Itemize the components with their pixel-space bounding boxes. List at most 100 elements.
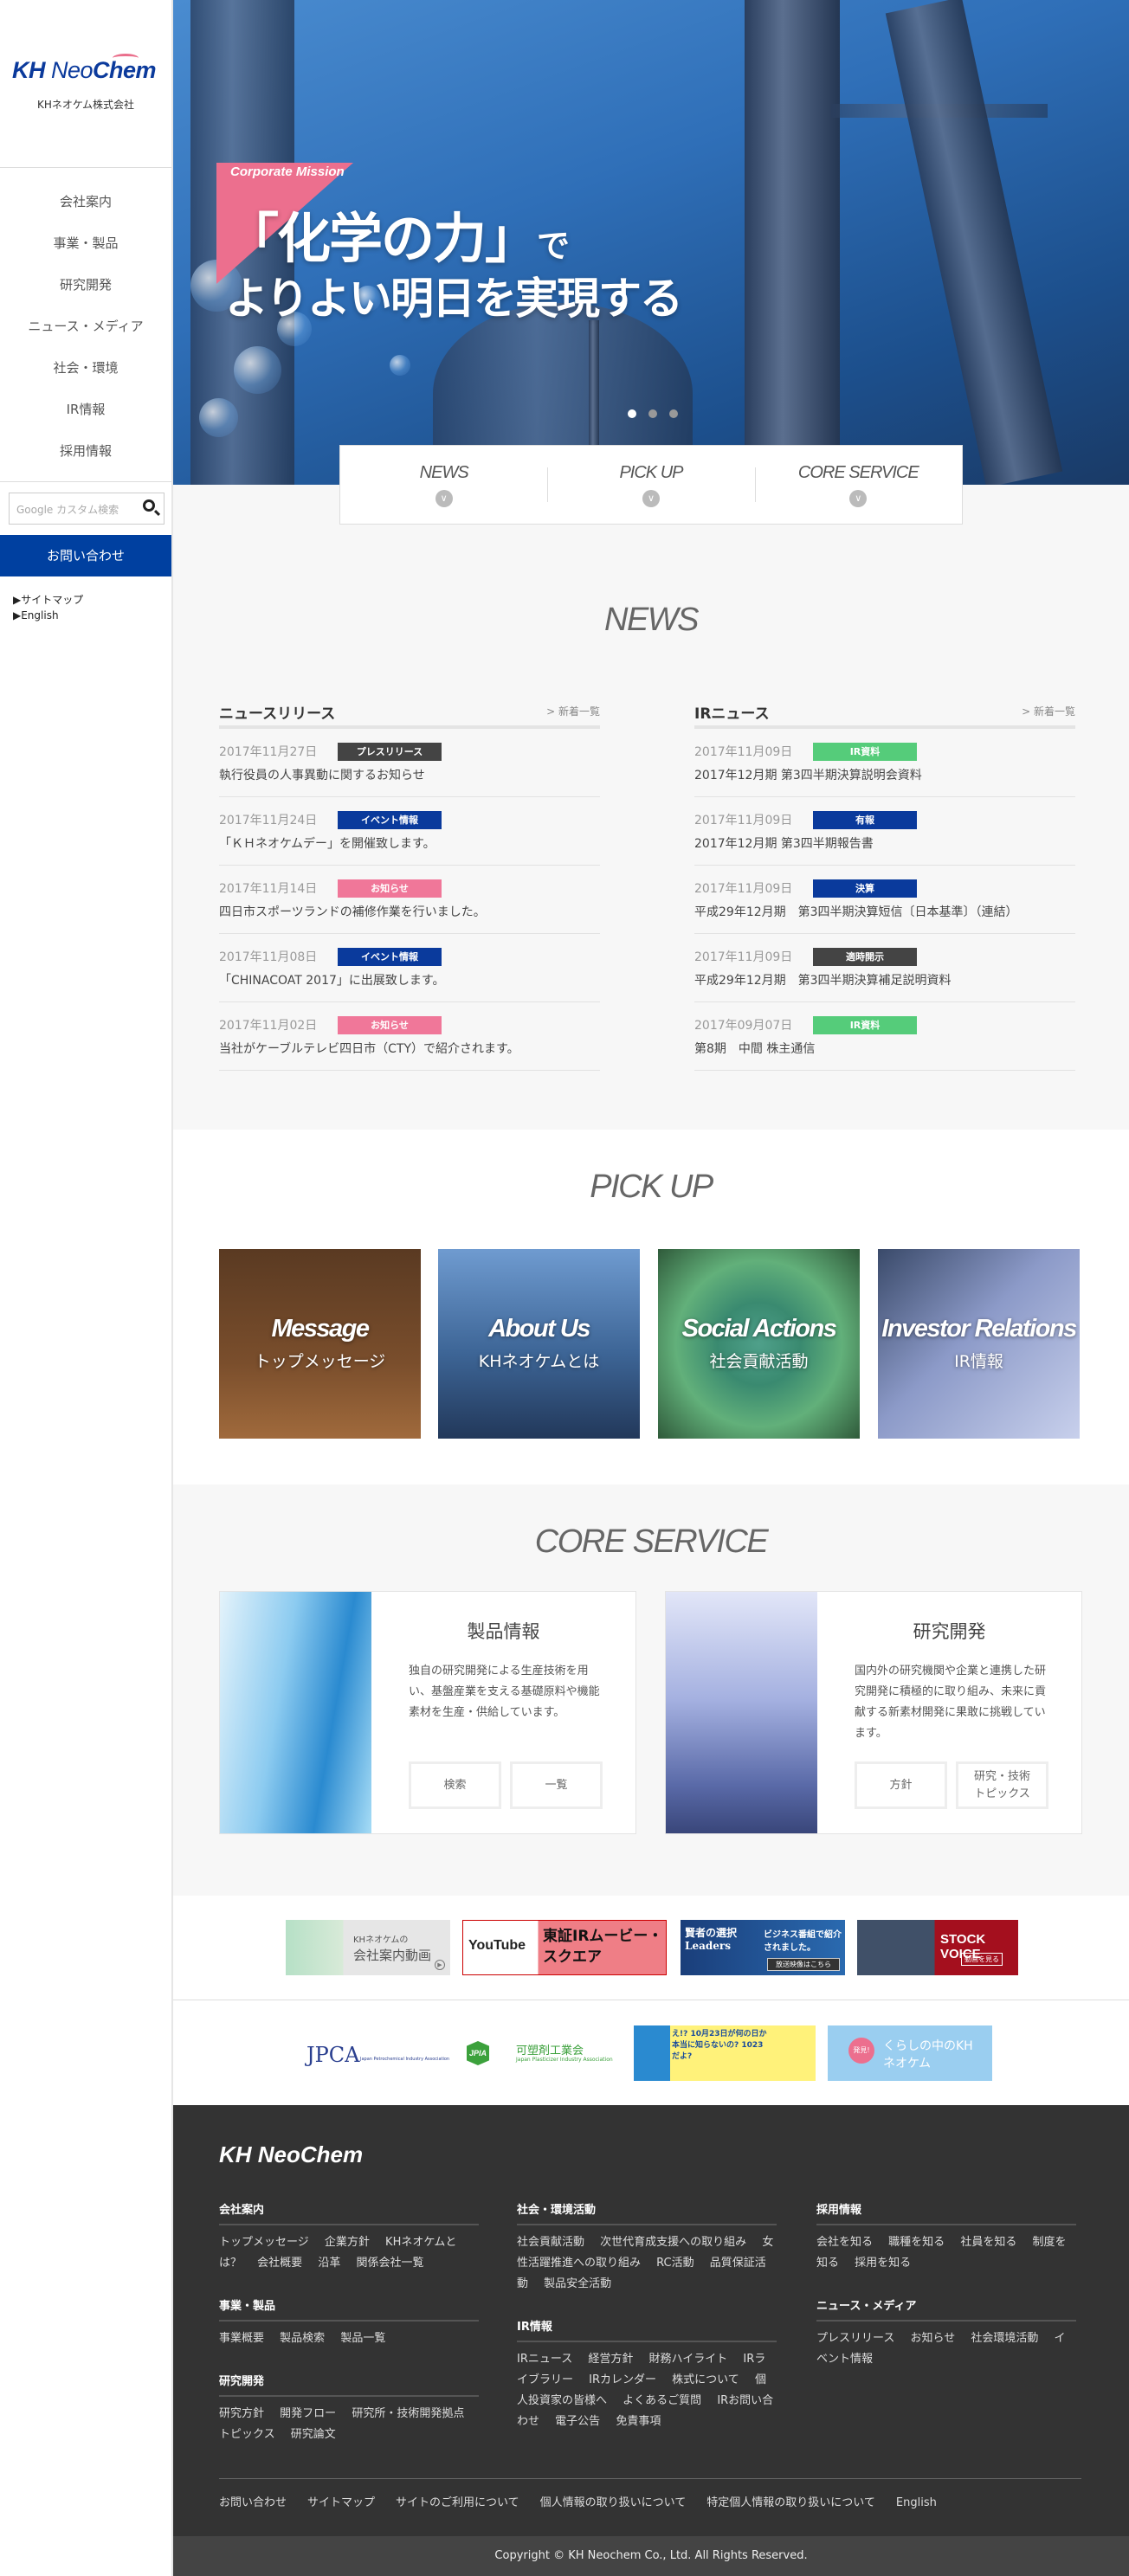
- 1023-day-banner[interactable]: え!? 10月23日が何の日か本当に知らないの? 1023だよ?: [634, 2025, 816, 2081]
- chevron-down-icon: ∨: [642, 490, 660, 507]
- footer-link[interactable]: RC活動: [656, 2257, 694, 2270]
- sitemap-link[interactable]: ▶サイトマップ: [13, 592, 83, 607]
- pickup-card-message[interactable]: Message トップメッセージ: [219, 1249, 421, 1439]
- news-date: 2017年09月07日: [694, 1019, 793, 1033]
- footer-bottom-link[interactable]: お問い合わせ: [219, 2496, 287, 2509]
- news-item[interactable]: 2017年11月02日 お知らせ 当社がケーブルテレビ四日市（CTY）で紹介されます…: [219, 1002, 600, 1071]
- news-title[interactable]: 「ＫＨネオケムデー」を開催致します。: [219, 834, 600, 852]
- news-column-heading: IRニュース > 新着一覧: [694, 701, 1075, 729]
- search-icon[interactable]: [143, 499, 155, 512]
- footer-link[interactable]: トピックス: [219, 2428, 275, 2441]
- footer-bottom-link[interactable]: 個人情報の取り扱いについて: [540, 2496, 687, 2509]
- footer-logo[interactable]: KH NeoChem: [219, 2141, 363, 2168]
- news-item[interactable]: 2017年11月09日 決算 平成29年12月期 第3四半期決算短信〔日本基準〕（連…: [694, 866, 1075, 934]
- stock-voice-banner[interactable]: STOCK VOICE 動画を見る: [857, 1920, 1018, 1975]
- news-title[interactable]: 平成29年12月期 第3四半期決算補足説明資料: [694, 971, 1075, 989]
- news-title[interactable]: 2017年12月期 第3四半期決算説明会資料: [694, 766, 1075, 783]
- footer-link[interactable]: 沿革: [318, 2257, 340, 2270]
- footer-link[interactable]: 株式について: [672, 2373, 739, 2386]
- footer-link[interactable]: 研究論文: [291, 2428, 336, 2441]
- footer-link[interactable]: よくあるご質問: [623, 2394, 701, 2407]
- footer-link[interactable]: 企業方針: [325, 2236, 370, 2249]
- footer-link[interactable]: 経営方針: [588, 2353, 633, 2366]
- news-item[interactable]: 2017年11月14日 お知らせ 四日市スポーツランドの補修作業を行いました。: [219, 866, 600, 934]
- products-list-button[interactable]: 一覧: [510, 1761, 603, 1809]
- contact-button[interactable]: お問い合わせ: [0, 535, 171, 576]
- pickup-card-about[interactable]: About Us KHネオケムとは: [438, 1249, 640, 1439]
- news-item[interactable]: 2017年11月27日 プレスリリース 執行役員の人事異動に関するお知らせ: [219, 729, 600, 797]
- footer-link[interactable]: 社員を知る: [960, 2236, 1016, 2249]
- footer-link[interactable]: 財務ハイライト: [649, 2353, 728, 2366]
- footer-link[interactable]: プレスリリース: [816, 2332, 894, 2345]
- products-search-button[interactable]: 検索: [409, 1761, 501, 1809]
- footer-bottom-link[interactable]: 特定個人情報の取り扱いについて: [706, 2496, 875, 2509]
- footer-link[interactable]: 研究方針: [219, 2407, 264, 2420]
- footer-link[interactable]: 製品検索: [280, 2332, 325, 2345]
- nav-research[interactable]: 研究開発: [0, 275, 171, 293]
- search-input[interactable]: Google カスタム検索: [9, 493, 165, 525]
- news-item[interactable]: 2017年09月07日 IR資料第8期 中間 株主通信: [694, 1002, 1075, 1071]
- news-item[interactable]: 2017年11月24日 イベント情報 「ＫＨネオケムデー」を開催致します。: [219, 797, 600, 866]
- news-title[interactable]: 2017年12月期 第3四半期報告書: [694, 834, 1075, 852]
- footer-link[interactable]: 免責事項: [616, 2415, 661, 2428]
- leaders-tv-banner[interactable]: 賢者の選択 Leaders ビジネス番組で紹介されました。 放送映像はこちら: [681, 1920, 845, 1975]
- footer-group: 会社案内 トップメッセージ 企業方針 KHネオケムとは？ 会社概要 沿革 関係会社…: [219, 2200, 479, 2274]
- nav-recruit[interactable]: 採用情報: [0, 441, 171, 460]
- tab-pickup[interactable]: PICK UP ∨: [547, 446, 754, 524]
- pickup-card-social[interactable]: Social Actions 社会貢献活動: [658, 1249, 860, 1439]
- footer-link[interactable]: 電子公告: [555, 2415, 600, 2428]
- research-topics-button[interactable]: 研究・技術トピックス: [956, 1761, 1048, 1809]
- footer-bottom-link[interactable]: サイトのご利用について: [396, 2496, 519, 2509]
- news-item[interactable]: 2017年11月09日 IR資料 2017年12月期 第3四半期決算説明会資料: [694, 729, 1075, 797]
- footer-link[interactable]: 研究所・技術開発拠点: [352, 2407, 464, 2420]
- company-video-banner[interactable]: KHネオケムの 会社案内動画 ▶: [286, 1920, 450, 1975]
- nav-business[interactable]: 事業・製品: [0, 234, 171, 252]
- news-title[interactable]: 四日市スポーツランドの補修作業を行いました。: [219, 903, 600, 920]
- nav-society[interactable]: 社会・環境: [0, 358, 171, 377]
- slide-dot-1[interactable]: [628, 409, 636, 418]
- footer-link[interactable]: 社会貢献活動: [517, 2236, 584, 2249]
- news-title[interactable]: 第8期 中間 株主通信: [694, 1040, 1075, 1057]
- footer-link[interactable]: お知らせ: [911, 2332, 956, 2345]
- tab-core-service[interactable]: CORE SERVICE ∨: [754, 446, 962, 524]
- footer-link[interactable]: トップメッセージ: [219, 2236, 309, 2249]
- footer-link[interactable]: IRカレンダー: [589, 2373, 656, 2386]
- footer-link[interactable]: 開発フロー: [280, 2407, 336, 2420]
- more-link[interactable]: > 新着一覧: [546, 704, 600, 718]
- news-title[interactable]: 「CHINACOAT 2017」に出展致します。: [219, 971, 600, 989]
- footer-bottom-link[interactable]: English: [896, 2496, 937, 2509]
- slide-dot-3[interactable]: [669, 409, 678, 418]
- footer-link[interactable]: 関係会社一覧: [356, 2257, 423, 2270]
- footer-link[interactable]: 事業概要: [219, 2332, 264, 2345]
- jpia-banner[interactable]: JPIA: [394, 2025, 494, 2081]
- footer-link[interactable]: 社会環境活動: [971, 2332, 1038, 2345]
- nav-ir[interactable]: IR情報: [0, 400, 171, 418]
- footer-bottom-link[interactable]: サイトマップ: [307, 2496, 375, 2509]
- pickup-card-ir[interactable]: Investor Relations IR情報: [878, 1249, 1080, 1439]
- news-item[interactable]: 2017年11月09日 有報 2017年12月期 第3四半期報告書: [694, 797, 1075, 866]
- slide-dot-2[interactable]: [648, 409, 657, 418]
- news-tag-badge: IR資料: [813, 1016, 917, 1034]
- more-link[interactable]: > 新着一覧: [1022, 704, 1075, 718]
- tab-news[interactable]: NEWS ∨: [340, 446, 547, 524]
- logo[interactable]: KH NeoChem: [12, 54, 164, 84]
- nav-news-media[interactable]: ニュース・メディア: [0, 317, 171, 335]
- footer-link[interactable]: IRニュース: [517, 2353, 572, 2366]
- kurashi-banner[interactable]: 発見! くらしの中のKHネオケム: [828, 2025, 992, 2081]
- footer-link[interactable]: 会社概要: [257, 2257, 302, 2270]
- news-title[interactable]: 執行役員の人事異動に関するお知らせ: [219, 766, 600, 783]
- footer-link[interactable]: 会社を知る: [816, 2236, 873, 2249]
- news-item[interactable]: 2017年11月08日 イベント情報 「CHINACOAT 2017」に出展致します…: [219, 934, 600, 1002]
- footer-link[interactable]: 採用を知る: [855, 2257, 911, 2270]
- footer-link[interactable]: 製品一覧: [340, 2332, 385, 2345]
- nav-company[interactable]: 会社案内: [0, 192, 171, 210]
- footer-link[interactable]: 製品安全活動: [544, 2277, 611, 2290]
- news-item[interactable]: 2017年11月09日 適時開示 平成29年12月期 第3四半期決算補足説明資料: [694, 934, 1075, 1002]
- footer-link[interactable]: 次世代育成支援への取り組み: [600, 2236, 746, 2249]
- footer-link[interactable]: 職種を知る: [888, 2236, 945, 2249]
- english-link[interactable]: ▶English: [13, 609, 59, 621]
- news-title[interactable]: 当社がケーブルテレビ四日市（CTY）で紹介されます。: [219, 1040, 600, 1057]
- youtube-ir-movie-banner[interactable]: YouTube 東証IRムービー・スクエア: [462, 1920, 667, 1975]
- news-title[interactable]: 平成29年12月期 第3四半期決算短信〔日本基準〕（連結）: [694, 903, 1075, 920]
- research-policy-button[interactable]: 方針: [855, 1761, 947, 1809]
